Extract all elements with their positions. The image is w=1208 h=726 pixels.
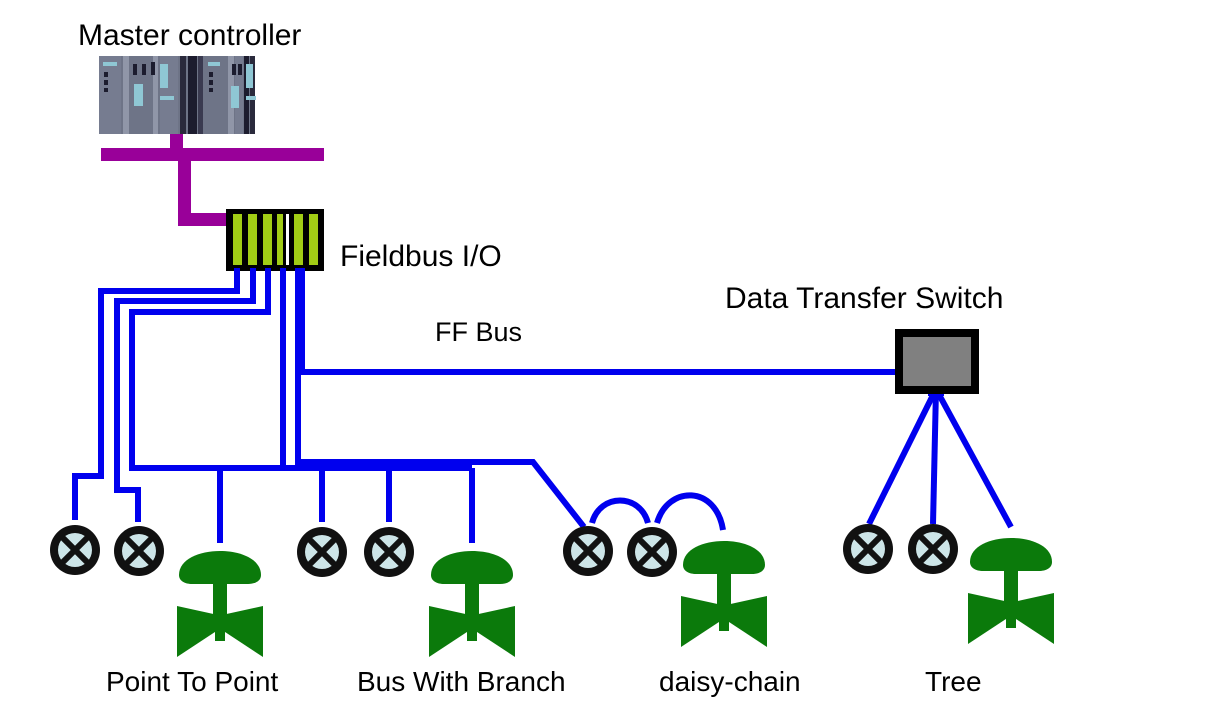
- topology-label-point-to-point: Point To Point: [106, 666, 278, 697]
- master-controller-device: [99, 56, 256, 134]
- valve-tree-1: [968, 538, 1054, 644]
- data-transfer-switch-device: [895, 329, 979, 394]
- data-transfer-switch-label: Data Transfer Switch: [725, 282, 1003, 315]
- fieldbus-topology-diagram: Master controller Fieldbus I/O FF Bus Da…: [0, 19, 1054, 697]
- transmitter-daisy-chain-1: [563, 526, 613, 576]
- ff-bus-label: FF Bus: [435, 317, 522, 347]
- transmitter-tree-2: [908, 524, 958, 574]
- transmitter-daisy-chain-2: [627, 527, 677, 577]
- tree-wiring: [866, 384, 1014, 529]
- transmitter-point-to-point-2: [114, 526, 164, 576]
- valve-bus-with-branch-1: [429, 551, 515, 657]
- transmitter-point-to-point-1: [50, 525, 100, 575]
- transmitter-bus-with-branch-2: [364, 527, 414, 577]
- transmitter-bus-with-branch-1: [297, 527, 347, 577]
- topology-label-bus-with-branch: Bus With Branch: [357, 666, 566, 697]
- fieldbus-io-label: Fieldbus I/O: [340, 240, 502, 273]
- transmitter-tree-1: [843, 524, 893, 574]
- master-controller-label: Master controller: [78, 19, 301, 52]
- point-to-point-wiring: [72, 268, 271, 543]
- diagram-canvas: Master controller Fieldbus I/O FF Bus Da…: [0, 0, 1208, 726]
- topology-label-tree: Tree: [925, 666, 982, 697]
- daisy-chain-wiring: [295, 268, 726, 531]
- fieldbus-io-module: [226, 209, 324, 271]
- valve-point-to-point-1: [177, 551, 263, 657]
- valve-daisy-chain-1: [681, 541, 767, 647]
- topology-label-daisy-chain: daisy-chain: [659, 666, 801, 697]
